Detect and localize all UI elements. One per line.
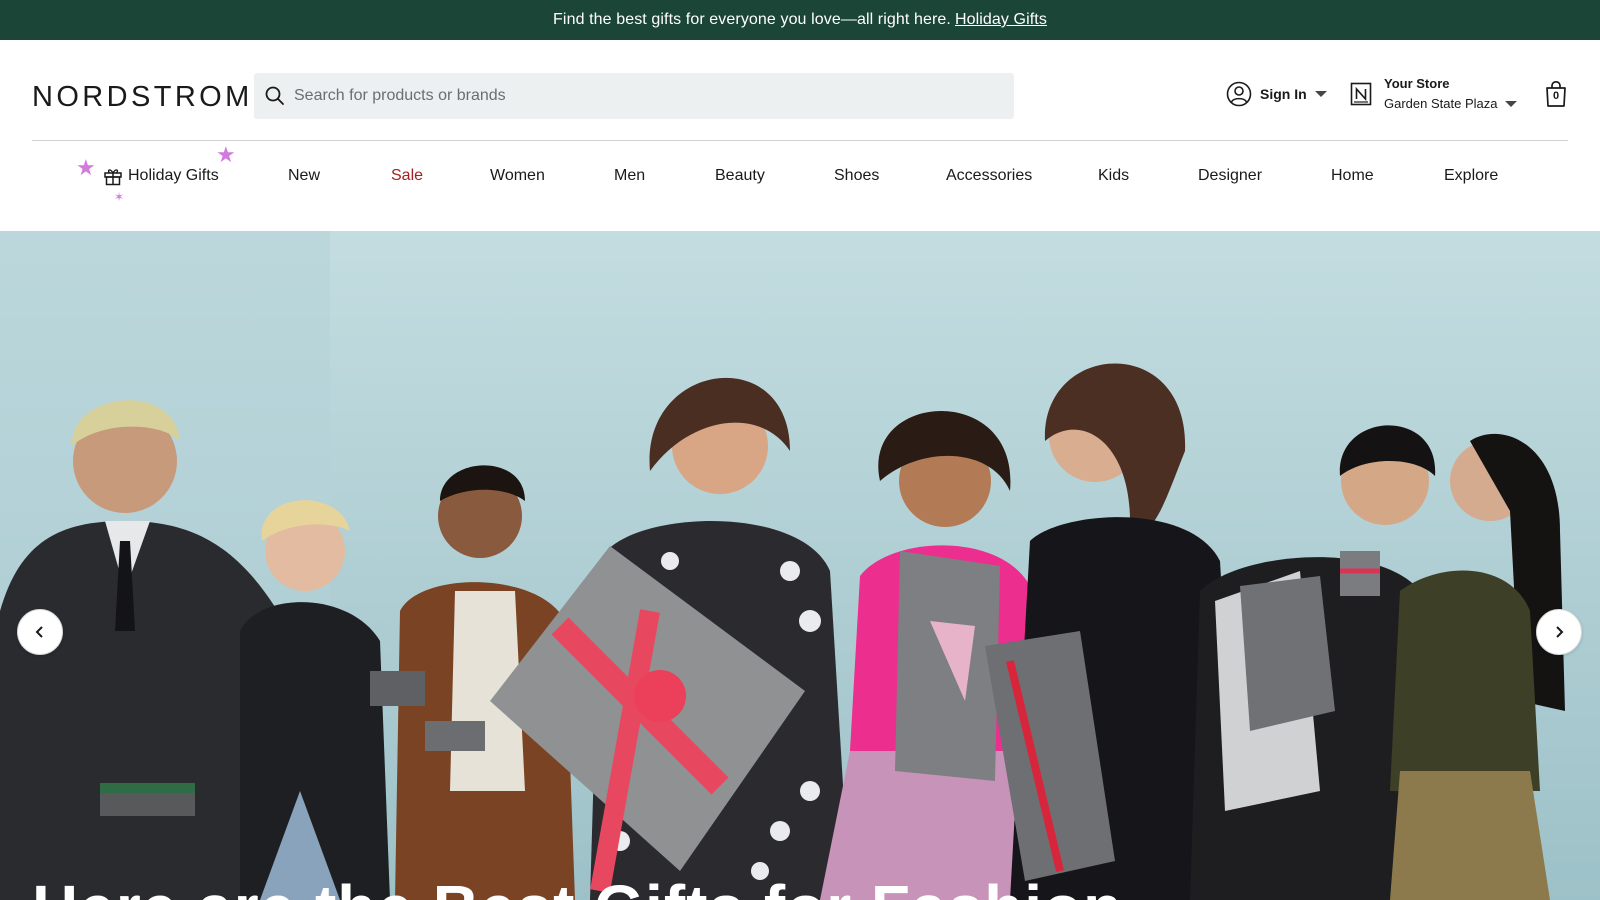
your-store-selector[interactable]: Your Store Garden State Plaza	[1350, 72, 1518, 116]
sign-in-label: Sign In	[1260, 86, 1307, 102]
nav-item-shoes[interactable]: Shoes	[834, 166, 879, 186]
site-header: NORDSTROM Sign In Your Store Garden Stat…	[0, 40, 1600, 140]
chevron-down-icon	[1505, 101, 1518, 107]
chevron-left-icon	[35, 626, 43, 638]
nav-item-accessories[interactable]: Accessories	[946, 166, 1032, 186]
search-bar[interactable]	[254, 73, 1014, 119]
hero-carousel: Here are the Best Gifts for Fashion	[0, 231, 1600, 900]
chevron-down-icon	[1314, 91, 1327, 97]
search-icon[interactable]	[264, 85, 286, 107]
hero-headline: Here are the Best Gifts for Fashion	[32, 871, 1123, 900]
chevron-right-icon	[1556, 626, 1564, 638]
hero-image[interactable]	[0, 231, 1600, 900]
search-input[interactable]	[294, 87, 974, 105]
carousel-prev-button[interactable]	[17, 609, 63, 655]
nav-item-men[interactable]: Men	[614, 166, 645, 186]
sparkle-icon: ★	[216, 142, 236, 167]
shopping-bag-button[interactable]: 0	[1544, 80, 1568, 108]
sparkle-icon: ★	[76, 155, 96, 180]
gift-icon	[104, 169, 122, 186]
nav-item-designer[interactable]: Designer	[1198, 166, 1262, 186]
nav-item-holiday-gifts[interactable]: Holiday Gifts	[103, 166, 219, 186]
promo-holiday-gifts-link[interactable]: Holiday Gifts	[955, 11, 1047, 29]
nordstrom-logo[interactable]: NORDSTROM	[32, 82, 253, 111]
promo-text: Find the best gifts for everyone you lov…	[553, 11, 951, 28]
sign-in-button[interactable]: Sign In	[1226, 80, 1327, 108]
sparkle-icon: ✶	[114, 190, 125, 204]
nav-item-explore[interactable]: Explore	[1444, 166, 1498, 186]
bag-count: 0	[1552, 90, 1560, 102]
nav-label-holiday-gifts: Holiday Gifts	[128, 167, 219, 184]
nav-item-new[interactable]: New	[288, 166, 320, 186]
carousel-next-button[interactable]	[1536, 609, 1582, 655]
nav-item-women[interactable]: Women	[490, 166, 545, 186]
store-icon	[1350, 82, 1372, 106]
main-navigation: ★ ★ ✶ Holiday Gifts New Sale Women Men B…	[0, 141, 1600, 231]
store-name-row: Garden State Plaza	[1384, 94, 1518, 114]
nav-item-home[interactable]: Home	[1331, 166, 1374, 186]
nav-item-kids[interactable]: Kids	[1098, 166, 1129, 186]
nav-item-beauty[interactable]: Beauty	[715, 166, 765, 186]
store-name: Garden State Plaza	[1384, 96, 1498, 111]
store-title: Your Store	[1384, 76, 1450, 91]
nav-item-sale[interactable]: Sale	[391, 166, 423, 186]
user-icon	[1226, 81, 1252, 107]
store-text: Your Store Garden State Plaza	[1384, 74, 1518, 114]
promo-banner: Find the best gifts for everyone you lov…	[0, 0, 1600, 40]
